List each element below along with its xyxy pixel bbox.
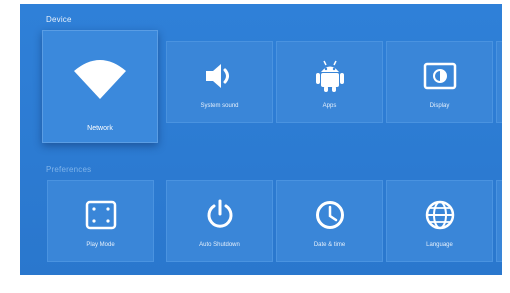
tile-system-sound[interactable]: System sound [166, 41, 273, 123]
tile-display[interactable]: Display [386, 41, 493, 123]
tile-language[interactable]: Language [386, 180, 493, 262]
tile-label-language: Language [426, 242, 453, 248]
tile-label-auto-shutdown: Auto Shutdown [199, 242, 240, 248]
power-icon [204, 197, 236, 233]
tile-label-system-sound: System sound [200, 103, 239, 109]
tile-label-date-time: Date & time [313, 242, 346, 248]
tile-label-network: Network [87, 125, 113, 132]
clock-icon [314, 197, 346, 233]
tile-label-play-mode: Play Mode [86, 242, 115, 248]
section-title-device: Device [46, 15, 72, 24]
android-icon [315, 58, 345, 94]
tile-date-time[interactable]: Date & time [276, 180, 383, 262]
settings-screen: Device Network System sound Apps Display… [20, 4, 502, 275]
volume-icon [202, 58, 238, 94]
globe-icon [424, 197, 456, 233]
tile-play-mode[interactable]: Play Mode [47, 180, 154, 262]
tile-auto-shutdown[interactable]: Auto Shutdown [166, 180, 273, 262]
wifi-icon [72, 57, 128, 101]
tile-network[interactable]: Network [42, 30, 158, 143]
tile-apps[interactable]: Apps [276, 41, 383, 123]
play-mode-icon [85, 197, 117, 233]
tile-label-display: Display [429, 103, 450, 109]
display-icon [423, 58, 457, 94]
tile-partial[interactable] [496, 41, 502, 123]
tile-label-apps: Apps [322, 103, 337, 109]
tile-partial[interactable] [496, 180, 502, 262]
section-title-preferences: Preferences [46, 165, 92, 174]
